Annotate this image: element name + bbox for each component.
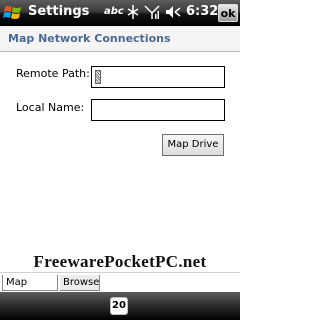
bottom-menu-bar: 20 [0, 292, 240, 320]
input-mode-indicator[interactable]: abc [104, 6, 124, 17]
tab-bar: Map Drive Browse [0, 272, 240, 304]
connectivity-icon[interactable] [126, 4, 140, 24]
local-name-label: Local Name: [16, 101, 85, 114]
local-name-input[interactable] [91, 99, 225, 121]
map-drive-button[interactable]: Map Drive [162, 134, 224, 156]
text-cursor-icon [95, 70, 101, 84]
input-panel-button[interactable]: 20 [110, 297, 128, 315]
page-title: Map Network Connections [8, 32, 171, 45]
volume-icon[interactable] [164, 4, 182, 24]
watermark: FreewarePocketPC.net [33, 252, 207, 271]
title-bar: Settings abc 6:32 ok [0, 0, 240, 26]
page-header: Map Network Connections [0, 26, 240, 52]
tab-browse[interactable]: Browse [60, 275, 100, 291]
windows-start-icon[interactable] [2, 2, 24, 24]
signal-icon[interactable] [144, 4, 160, 24]
clock[interactable]: 6:32 [186, 4, 218, 19]
remote-path-label: Remote Path: [16, 67, 90, 80]
tab-map-drive[interactable]: Map Drive [2, 275, 58, 304]
window-title: Settings [28, 4, 90, 19]
ok-button[interactable]: ok [218, 4, 238, 22]
remote-path-input[interactable] [91, 66, 225, 88]
